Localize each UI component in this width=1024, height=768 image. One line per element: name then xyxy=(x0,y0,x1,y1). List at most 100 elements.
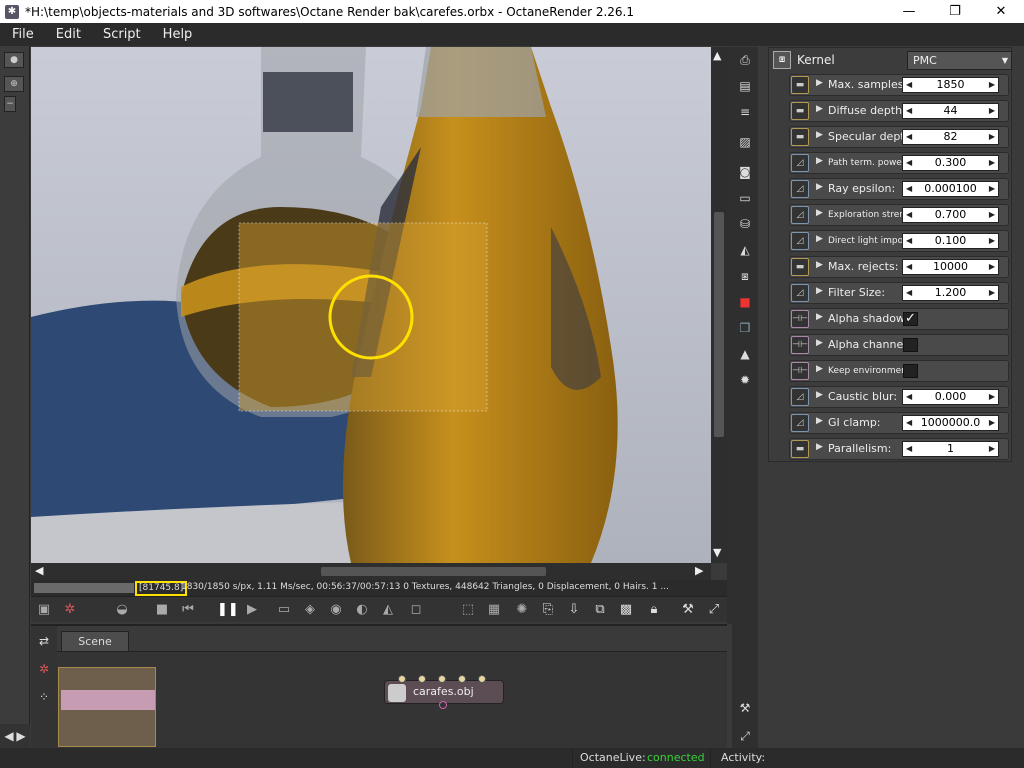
background-icon[interactable]: ▩ xyxy=(617,601,635,619)
render-viewport[interactable] xyxy=(31,47,711,563)
lock-viewport-icon[interactable]: ✺ xyxy=(513,601,531,619)
expand-icon[interactable]: ▶ xyxy=(816,156,823,166)
menu-help[interactable]: Help xyxy=(163,27,193,42)
input-pin[interactable] xyxy=(418,675,426,683)
expand-icon[interactable]: ▶ xyxy=(816,416,823,426)
expand-icon[interactable]: ▶ xyxy=(816,182,823,192)
graph-reset-icon[interactable]: ✲ xyxy=(35,660,53,678)
alpha-shadows-checkbox[interactable]: ✓ xyxy=(903,312,918,326)
rearrange-icon[interactable]: ⇄ xyxy=(35,632,53,650)
float-pin-icon[interactable]: ◿ xyxy=(791,414,809,432)
scroll-left-icon[interactable]: ◀ xyxy=(35,564,43,577)
kernel-type-select[interactable]: PMC ▼ xyxy=(907,51,1012,70)
database-icon[interactable]: ⛁ xyxy=(736,215,754,233)
graph-canvas[interactable]: carafes.obj xyxy=(57,651,727,750)
scroll-right-icon[interactable]: ▶ xyxy=(695,564,703,577)
geometry-node[interactable]: carafes.obj xyxy=(384,675,504,709)
pause-icon[interactable]: ❚❚ xyxy=(217,601,239,619)
scroll-up-icon[interactable]: ▲ xyxy=(713,49,721,62)
material-picker-icon[interactable]: ◐ xyxy=(353,601,371,619)
specular-depth-spinner[interactable]: ◀ 82 ▶ xyxy=(902,129,999,145)
expand-icon[interactable]: ▶ xyxy=(816,390,823,400)
maximize-button[interactable]: ❐ xyxy=(932,0,978,23)
scroll-down-icon[interactable]: ▼ xyxy=(713,546,721,559)
expand-icon[interactable]: ▶ xyxy=(816,104,823,114)
bool-pin-icon[interactable]: ⊣⊢ xyxy=(791,362,809,380)
input-pin[interactable] xyxy=(478,675,486,683)
int-pin-icon[interactable]: ▬ xyxy=(791,440,809,458)
picture-icon[interactable]: ▲ xyxy=(736,345,754,363)
pin-icon[interactable]: ● xyxy=(4,52,24,68)
expand-icon[interactable]: ▶ xyxy=(816,260,823,270)
expand-icon[interactable]: ▶ xyxy=(816,338,823,348)
float-pin-icon[interactable]: ◿ xyxy=(791,284,809,302)
expand-icon[interactable]: ▶ xyxy=(816,208,823,218)
vscroll-thumb[interactable] xyxy=(714,212,724,437)
lock-icon[interactable]: 🔒︎ xyxy=(645,601,663,619)
color-sphere-icon[interactable]: ◒ xyxy=(113,601,131,619)
export-passes-icon[interactable]: ⧉ xyxy=(591,601,609,619)
float-pin-icon[interactable]: ◿ xyxy=(791,232,809,250)
graph-preview-thumbnail[interactable] xyxy=(58,667,156,747)
node-icon[interactable]: ⧆ xyxy=(736,267,754,285)
expand-icon[interactable]: ▶ xyxy=(816,364,823,374)
int-pin-icon[interactable]: ▬ xyxy=(791,76,809,94)
input-pin[interactable] xyxy=(398,675,406,683)
hscroll-thumb[interactable] xyxy=(321,567,546,576)
film-region-icon[interactable]: ▦ xyxy=(485,601,503,619)
kernel-node-icon[interactable]: ⧆ xyxy=(773,51,791,69)
camera-icon[interactable]: ◙ xyxy=(736,163,754,181)
reset-camera-icon[interactable]: ✲ xyxy=(61,601,79,619)
viewport-horizontal-scrollbar[interactable]: ◀ ▶ xyxy=(31,563,711,580)
float-pin-icon[interactable]: ◿ xyxy=(791,154,809,172)
keep-environment-checkbox[interactable] xyxy=(903,364,918,378)
material-icon[interactable]: ◭ xyxy=(736,241,754,259)
max-rejects-spinner[interactable]: ◀ 10000 ▶ xyxy=(902,259,999,275)
float-pin-icon[interactable]: ◿ xyxy=(791,388,809,406)
tab-scene[interactable]: Scene xyxy=(61,631,129,651)
expand-icon[interactable]: ▶ xyxy=(816,286,823,296)
output-pin[interactable] xyxy=(439,701,447,709)
wrench-icon[interactable]: ⚒ xyxy=(679,601,697,619)
autofocus-icon[interactable]: ◈ xyxy=(301,601,319,619)
float-pin-icon[interactable]: ◿ xyxy=(791,180,809,198)
object-picker-icon[interactable]: ◭ xyxy=(379,601,397,619)
geometry-icon[interactable]: ❒ xyxy=(736,319,754,337)
image-icon[interactable]: ▨ xyxy=(736,133,754,151)
bool-pin-icon[interactable]: ⊣⊢ xyxy=(791,336,809,354)
expand-icon[interactable]: ▶ xyxy=(816,442,823,452)
exploration-strength-spinner[interactable]: ◀ 0.700 ▶ xyxy=(902,207,999,223)
int-pin-icon[interactable]: ▬ xyxy=(791,258,809,276)
expand-icon[interactable]: ▶ xyxy=(816,234,823,244)
expand-icon[interactable]: ▶ xyxy=(816,312,823,322)
close-button[interactable]: ✕ xyxy=(978,0,1024,23)
realtime-icon[interactable]: ▭ xyxy=(275,601,293,619)
cube-icon[interactable]: ■ xyxy=(736,293,754,311)
panel-wrench-icon[interactable]: ⚒ xyxy=(736,699,754,717)
layers-icon[interactable]: ▤ xyxy=(736,77,754,95)
camera-settings-icon[interactable]: ⎙ xyxy=(736,51,754,69)
parallelism-spinner[interactable]: ◀ 1 ▶ xyxy=(902,441,999,457)
save-render-icon[interactable]: ⇩ xyxy=(565,601,583,619)
region-render-icon[interactable]: ⬚ xyxy=(459,601,477,619)
graph-nodes-icon[interactable]: ⁘ xyxy=(35,688,53,706)
input-pin[interactable] xyxy=(458,675,466,683)
sun-icon[interactable]: ✹ xyxy=(736,371,754,389)
alpha-channel-checkbox[interactable] xyxy=(903,338,918,352)
expand-icon[interactable]: ▶ xyxy=(816,78,823,88)
caustic-blur-spinner[interactable]: ◀ 0.000 ▶ xyxy=(902,389,999,405)
viewport-vertical-scrollbar[interactable]: ▲ ▼ xyxy=(711,47,727,563)
zoom-icon[interactable]: ⊕ xyxy=(4,76,24,92)
menu-file[interactable]: File xyxy=(12,27,34,42)
minimize-button[interactable]: — xyxy=(886,0,932,23)
collapse-icon[interactable]: − xyxy=(4,96,16,112)
max-samples-spinner[interactable]: ◀ 1850 ▶ xyxy=(902,77,999,93)
start-icon[interactable]: ▶ xyxy=(243,601,261,619)
restart-icon[interactable]: ⏮ xyxy=(179,601,197,619)
fullscreen-icon[interactable]: ⤢ xyxy=(705,601,723,619)
int-pin-icon[interactable]: ▬ xyxy=(791,128,809,146)
path-term-power-spinner[interactable]: ◀ 0.300 ▶ xyxy=(902,155,999,171)
next-arrow-icon[interactable]: ▶ xyxy=(12,727,30,745)
white-balance-icon[interactable]: ◉ xyxy=(327,601,345,619)
stop-icon[interactable]: ■ xyxy=(153,601,171,619)
